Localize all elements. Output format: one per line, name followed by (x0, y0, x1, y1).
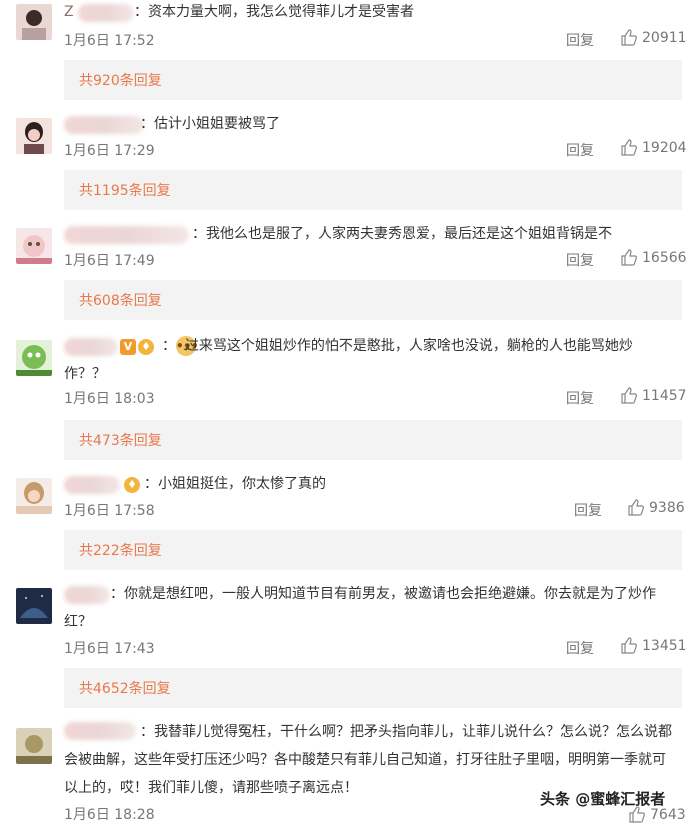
like-count: 16566 (642, 249, 687, 266)
view-replies-link[interactable]: 共1195条回复 (79, 180, 171, 200)
comment-text-line: 以上的，哎！我们菲儿傻，请那些喷子离远点！ (64, 780, 358, 796)
source-watermark: 头条 @蜜蜂汇报者 (540, 790, 666, 808)
user-avatar[interactable] (16, 4, 52, 40)
replies-bar: 共473条回复 (64, 420, 682, 460)
user-avatar[interactable] (16, 228, 52, 264)
username-blurred[interactable] (78, 4, 134, 22)
avatar-image (16, 118, 52, 154)
like-button[interactable]: 19204 (620, 139, 687, 156)
thumbs-up-icon (621, 637, 637, 654)
thumbs-up-icon (621, 249, 637, 266)
avatar-image (16, 588, 52, 624)
reply-button[interactable]: 回复 (566, 30, 594, 50)
comment-text: ：资本力量大啊，我怎么觉得菲儿才是受害者 (134, 4, 414, 20)
view-replies-link[interactable]: 共473条回复 (79, 430, 162, 450)
username-blurred[interactable] (64, 226, 189, 244)
avatar-image (16, 4, 52, 40)
comment-item: ：你就是想红吧，一般人明知道节目有前男友，被邀请也会拒绝避嫌。你去就是为了炒作 … (0, 578, 700, 708)
thumbs-up-icon (621, 387, 637, 404)
comment-text: ：估计小姐姐要被骂了 (140, 116, 280, 132)
reply-button[interactable]: 回复 (574, 500, 602, 520)
view-replies-link[interactable]: 共222条回复 (79, 540, 162, 560)
comment-text-line: 红？ (64, 614, 92, 630)
like-count: 9386 (649, 499, 685, 516)
replies-bar: 共1195条回复 (64, 170, 682, 210)
replies-bar: 共608条回复 (64, 280, 682, 320)
reply-button[interactable]: 回复 (566, 388, 594, 408)
replies-bar: 共4652条回复 (64, 668, 682, 708)
view-replies-link[interactable]: 共4652条回复 (79, 678, 171, 698)
comment-text-line: ： 过来骂这个姐姐炒作的怕不是憨批，人家啥也没说，躺枪的人也能骂她炒 (162, 338, 633, 354)
comment-time: 1月6日 17:43 (64, 641, 155, 657)
comment-text: ：我他么也是服了，人家两夫妻秀恩爱，最后还是这个姐姐背锅是不 (192, 226, 612, 242)
username-blurred[interactable] (64, 722, 136, 740)
username-blurred[interactable] (64, 586, 110, 604)
like-button[interactable]: 9386 (627, 499, 685, 516)
comment-time: 1月6日 18:28 (64, 807, 155, 823)
like-button[interactable]: 20911 (620, 29, 687, 46)
view-replies-link[interactable]: 共608条回复 (79, 290, 162, 310)
user-avatar[interactable] (16, 728, 52, 764)
comment-text-line: ：我替菲儿觉得冤枉，干什么啊？把矛头指向菲儿，让菲儿说什么？怎么说？怎么说都 (140, 724, 672, 740)
comment-text-line: 会被曲解，这些年受打压还少吗？各中酸楚只有菲儿自己知道，打牙往肚子里咽，明明第一… (64, 752, 666, 768)
avatar-image (16, 478, 52, 514)
user-badges: V ♦ (120, 338, 154, 356)
comment-item: V ♦ •ᴥ• ： 过来骂这个姐姐炒作的怕不是憨批，人家啥也没说，躺枪的人也能骂… (0, 330, 700, 468)
user-avatar[interactable] (16, 340, 52, 376)
fan-badge-icon: ♦ (124, 477, 140, 493)
like-button[interactable]: 13451 (620, 637, 687, 654)
replies-bar: 共920条回复 (64, 60, 682, 100)
like-count: 20911 (642, 29, 687, 46)
avatar-image (16, 728, 52, 764)
comment-text: ：小姐姐挺住，你太惨了真的 (144, 476, 326, 492)
view-replies-link[interactable]: 共920条回复 (79, 70, 162, 90)
thumbs-up-icon (621, 29, 637, 46)
user-avatar[interactable] (16, 588, 52, 624)
fan-badge-icon: ♦ (138, 339, 154, 355)
comment-item: ：我他么也是服了，人家两夫妻秀恩爱，最后还是这个姐姐背锅是不 1月6日 17:4… (0, 220, 700, 330)
replies-bar: 共222条回复 (64, 530, 682, 570)
username-blurred[interactable] (64, 476, 120, 494)
comment-time: 1月6日 17:58 (64, 503, 155, 519)
comment-text-line: 作？？ (64, 366, 106, 382)
vip-icon: V (120, 339, 136, 355)
user-avatar[interactable] (16, 478, 52, 514)
comment-item: ：估计小姐姐要被骂了 1月6日 17:29 回复 19204 共1195条回复 (0, 110, 700, 220)
comment-time: 1月6日 17:52 (64, 33, 155, 49)
like-count: 19204 (642, 139, 687, 156)
avatar-image (16, 228, 52, 264)
username-blurred[interactable] (64, 116, 144, 134)
comment-item: ♦ ：小姐姐挺住，你太惨了真的 1月6日 17:58 回复 9386 共222条… (0, 468, 700, 578)
reply-button[interactable]: 回复 (566, 250, 594, 270)
avatar-image (16, 340, 52, 376)
like-count: 13451 (642, 637, 687, 654)
like-count: 11457 (642, 387, 687, 404)
comment-time: 1月6日 17:49 (64, 253, 155, 269)
comment-text-line: ：你就是想红吧，一般人明知道节目有前男友，被邀请也会拒绝避嫌。你去就是为了炒作 (110, 586, 656, 602)
thumbs-up-icon (628, 499, 644, 516)
reply-button[interactable]: 回复 (566, 638, 594, 658)
comment-time: 1月6日 17:29 (64, 143, 155, 159)
comment-item: Z ：资本力量大啊，我怎么觉得菲儿才是受害者 1月6日 17:52 回复 209… (0, 0, 700, 110)
user-avatar[interactable] (16, 118, 52, 154)
like-button[interactable]: 11457 (620, 387, 687, 404)
username-blurred[interactable] (64, 338, 118, 356)
thumbs-up-icon (621, 139, 637, 156)
comment-time: 1月6日 18:03 (64, 391, 155, 407)
username-prefix[interactable]: Z (64, 0, 74, 26)
like-button[interactable]: 16566 (620, 249, 687, 266)
reply-button[interactable]: 回复 (566, 140, 594, 160)
